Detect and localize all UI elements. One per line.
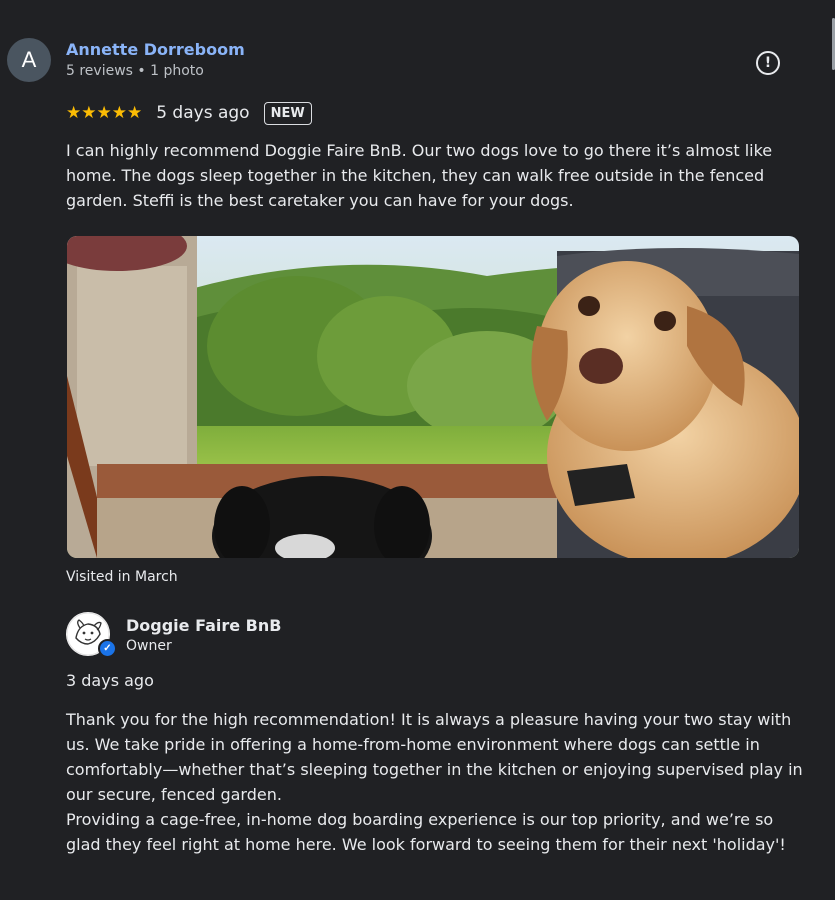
dog-photo-illustration xyxy=(67,236,799,558)
avatar-initial: A xyxy=(21,47,37,72)
review-card: A Annette Dorreboom 5 reviews • 1 photo … xyxy=(0,0,835,900)
reply-paragraph: Providing a cage-free, in-home dog board… xyxy=(66,810,786,854)
rating-row: ★★★★★ 5 days ago NEW xyxy=(66,98,312,128)
owner-reply-text: Thank you for the high recommendation! I… xyxy=(66,707,811,857)
reviewer-name[interactable]: Annette Dorreboom xyxy=(66,40,245,59)
info-icon: ! xyxy=(764,55,772,71)
reply-paragraph: Thank you for the high recommendation! I… xyxy=(66,710,803,804)
report-button[interactable]: ! xyxy=(756,51,780,75)
review-text: I can highly recommend Doggie Faire BnB.… xyxy=(66,141,773,210)
visit-note: Visited in March xyxy=(66,569,178,585)
owner-name[interactable]: Doggie Faire BnB xyxy=(126,616,281,635)
review-date: 5 days ago xyxy=(156,103,250,123)
owner-role: Owner xyxy=(126,638,172,654)
reviewer-avatar[interactable]: A xyxy=(7,38,51,82)
verified-check-icon: ✓ xyxy=(103,643,112,654)
reply-date: 3 days ago xyxy=(66,671,154,690)
verified-badge: ✓ xyxy=(98,639,117,658)
review-photo[interactable] xyxy=(67,236,799,558)
star-rating: ★★★★★ xyxy=(66,103,143,122)
reviewer-meta: 5 reviews • 1 photo xyxy=(66,63,204,79)
new-badge: NEW xyxy=(263,101,312,125)
